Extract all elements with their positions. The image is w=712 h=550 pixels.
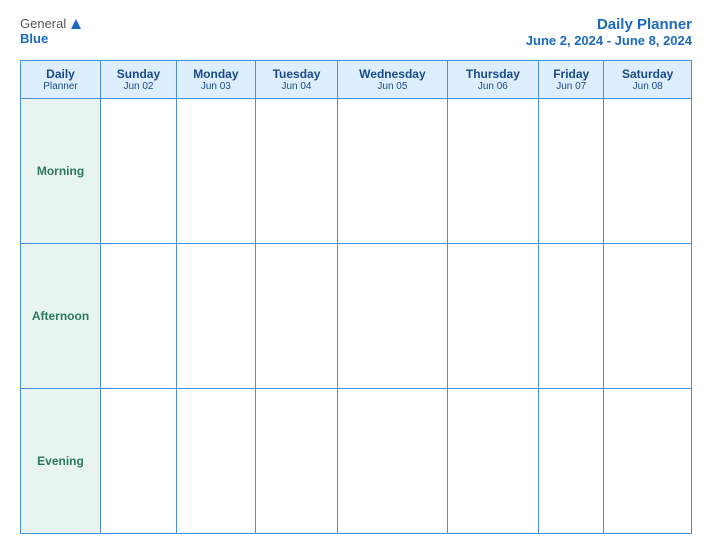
evening-friday[interactable]: [539, 389, 604, 534]
friday-date: Jun 07: [543, 81, 599, 92]
morning-tuesday[interactable]: [255, 99, 337, 244]
afternoon-label: Afternoon: [21, 244, 101, 389]
tuesday-name: Tuesday: [260, 67, 333, 81]
saturday-name: Saturday: [608, 67, 687, 81]
logo-icon: [69, 17, 83, 31]
afternoon-tuesday[interactable]: [255, 244, 337, 389]
evening-tuesday[interactable]: [255, 389, 337, 534]
logo: General Blue: [20, 16, 83, 46]
calendar-header-row: Daily Planner Sunday Jun 02 Monday Jun 0…: [21, 61, 692, 99]
header-tuesday: Tuesday Jun 04: [255, 61, 337, 99]
evening-sunday[interactable]: [101, 389, 177, 534]
header-sunday: Sunday Jun 02: [101, 61, 177, 99]
evening-wednesday[interactable]: [338, 389, 447, 534]
header-wednesday: Wednesday Jun 05: [338, 61, 447, 99]
afternoon-monday[interactable]: [176, 244, 255, 389]
morning-monday[interactable]: [176, 99, 255, 244]
title-area: Daily Planner June 2, 2024 - June 8, 202…: [526, 16, 692, 48]
header-dp-line2: Planner: [25, 81, 96, 92]
morning-thursday[interactable]: [447, 99, 538, 244]
morning-saturday[interactable]: [604, 99, 692, 244]
planner-date-range: June 2, 2024 - June 8, 2024: [526, 33, 692, 48]
header-friday: Friday Jun 07: [539, 61, 604, 99]
afternoon-thursday[interactable]: [447, 244, 538, 389]
evening-thursday[interactable]: [447, 389, 538, 534]
evening-row: Evening: [21, 389, 692, 534]
header-saturday: Saturday Jun 08: [604, 61, 692, 99]
header-daily-planner: Daily Planner: [21, 61, 101, 99]
evening-saturday[interactable]: [604, 389, 692, 534]
thursday-name: Thursday: [452, 67, 534, 81]
header-dp-line1: Daily: [25, 67, 96, 81]
wednesday-name: Wednesday: [342, 67, 442, 81]
header-thursday: Thursday Jun 06: [447, 61, 538, 99]
morning-label: Morning: [21, 99, 101, 244]
monday-date: Jun 03: [181, 81, 251, 92]
morning-friday[interactable]: [539, 99, 604, 244]
evening-label: Evening: [21, 389, 101, 534]
sunday-date: Jun 02: [105, 81, 172, 92]
afternoon-saturday[interactable]: [604, 244, 692, 389]
morning-row: Morning: [21, 99, 692, 244]
logo-blue-text: Blue: [20, 31, 48, 46]
planner-title: Daily Planner: [526, 16, 692, 33]
wednesday-date: Jun 05: [342, 81, 442, 92]
tuesday-date: Jun 04: [260, 81, 333, 92]
header-monday: Monday Jun 03: [176, 61, 255, 99]
afternoon-friday[interactable]: [539, 244, 604, 389]
calendar-table: Daily Planner Sunday Jun 02 Monday Jun 0…: [20, 60, 692, 534]
afternoon-row: Afternoon: [21, 244, 692, 389]
evening-monday[interactable]: [176, 389, 255, 534]
logo-general-text: General: [20, 16, 66, 31]
sunday-name: Sunday: [105, 67, 172, 81]
morning-wednesday[interactable]: [338, 99, 447, 244]
page-header: General Blue Daily Planner June 2, 2024 …: [20, 16, 692, 48]
afternoon-sunday[interactable]: [101, 244, 177, 389]
saturday-date: Jun 08: [608, 81, 687, 92]
thursday-date: Jun 06: [452, 81, 534, 92]
friday-name: Friday: [543, 67, 599, 81]
monday-name: Monday: [181, 67, 251, 81]
afternoon-wednesday[interactable]: [338, 244, 447, 389]
morning-sunday[interactable]: [101, 99, 177, 244]
